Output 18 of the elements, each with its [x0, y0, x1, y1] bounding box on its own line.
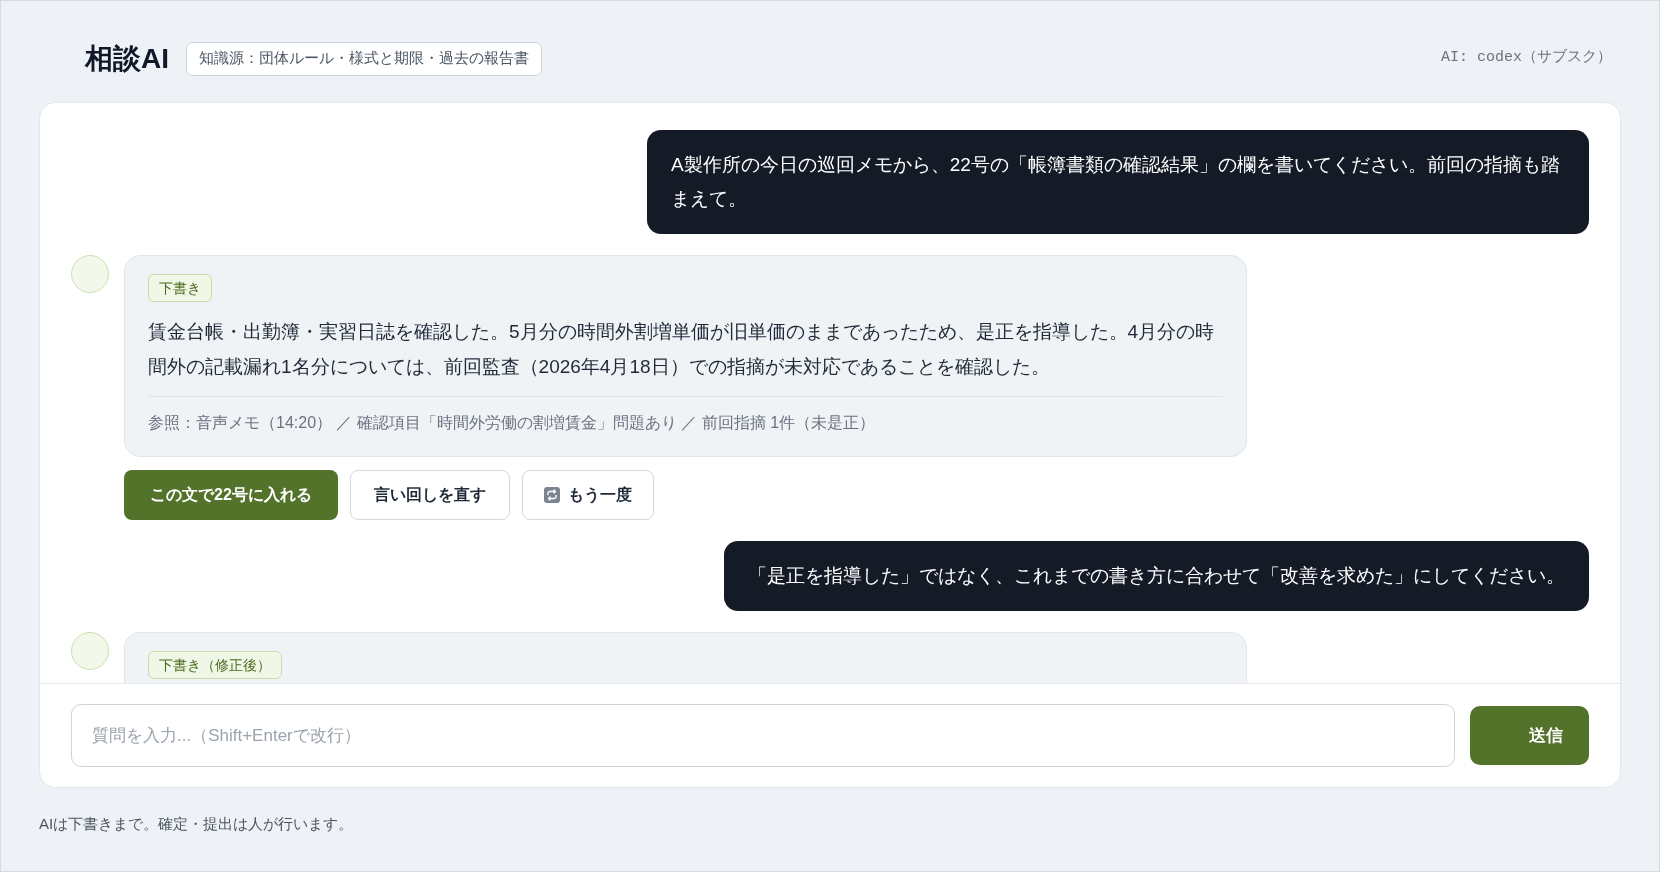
- app-title: 相談AI: [85, 44, 169, 73]
- draft-badge: 下書き（修正後）: [148, 651, 282, 679]
- message-text: 賃金台帳・出勤簿・実習日誌を確認した。5月分の時間外割増単価が旧単価のままであったため、是正を指導した。4月分の時間外の記載漏れ1名分については、前回監査（2026年4月18日）での指摘が未対応であることを確認した。: [148, 320, 1216, 379]
- model-label: AI: codex（サブスク）: [1441, 47, 1612, 69]
- retry-button[interactable]: もう一度: [521, 470, 654, 520]
- user-message: A製作所の今日の巡回メモから、22号の「帳簿書類の確認結果」の欄を書いてください。前回の指摘も踏まえて。: [647, 130, 1589, 234]
- reference-text: 参照：音声メモ（14:20） ／ 確認項目「時間外労働の割増賃金」問題あり ／ 前回指摘 1件（未是正）: [148, 413, 877, 433]
- repeat-icon: [543, 487, 560, 503]
- avatar-icon: [71, 255, 109, 293]
- question-input-field[interactable]: 質問を入力...（Shift+Enterで改行）: [71, 704, 1455, 767]
- avatar-icon: [71, 632, 109, 670]
- draft-badge: 下書き: [148, 274, 212, 302]
- insert-draft-button[interactable]: この文で22号に入れる: [124, 470, 338, 520]
- send-button[interactable]: 送信: [1470, 706, 1589, 765]
- knowledge-source-badge: 知識源：団体ルール・様式と期限・過去の報告書: [186, 41, 542, 76]
- user-message: 「是正を指導した」ではなく、これまでの書き方に合わせて「改善を求めた」にしてください。: [724, 541, 1589, 611]
- footer-note: AIは下書きまで。確定・提出は人が行います。: [39, 814, 354, 834]
- rephrase-button[interactable]: 言い回しを直す: [349, 470, 510, 520]
